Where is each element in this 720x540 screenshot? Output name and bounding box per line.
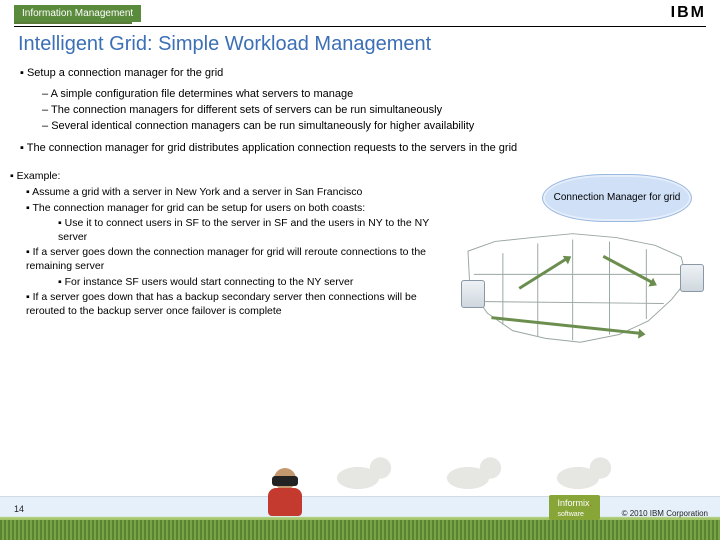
watermark-cats <box>330 456 620 496</box>
example-connect-users: Use it to connect users in SF to the ser… <box>58 217 437 244</box>
bullet-list-2: The connection manager for grid distribu… <box>18 141 702 156</box>
page-number: 14 <box>14 504 24 514</box>
informix-badge: Informix. software <box>549 495 600 520</box>
slide-title: Intelligent Grid: Simple Workload Manage… <box>0 33 720 66</box>
example-coasts: The connection manager for grid can be s… <box>26 202 437 216</box>
bullet-list-1: Setup a connection manager for the grid … <box>18 66 702 133</box>
bullet-setup: Setup a connection manager for the grid <box>20 66 702 81</box>
example-text: Example: Assume a grid with a server in … <box>10 170 437 350</box>
header-divider <box>14 26 706 27</box>
map-diagram: Connection Manager for grid <box>445 170 710 350</box>
bullet-identical: Several identical connection managers ca… <box>42 119 702 134</box>
content-area: Setup a connection manager for the grid … <box>0 66 720 156</box>
brand-bar: Information Management <box>14 5 141 22</box>
bullet-distributes: The connection manager for grid distribu… <box>20 141 702 156</box>
example-backup: If a server goes down that has a backup … <box>26 291 437 318</box>
usa-map <box>445 224 710 350</box>
ibm-logo: IBM <box>671 4 706 22</box>
brand-underline <box>14 22 132 24</box>
server-ny-icon <box>680 264 704 292</box>
informix-label: Informix <box>557 498 589 508</box>
cloud-label: Connection Manager for grid <box>542 174 692 222</box>
cat-icon <box>440 456 510 496</box>
software-label: software <box>557 511 583 518</box>
bullet-config: A simple configuration file determines w… <box>42 87 702 102</box>
example-reroute: If a server goes down the connection man… <box>26 246 437 273</box>
copyright: © 2010 IBM Corporation <box>622 509 708 518</box>
example-row: Example: Assume a grid with a server in … <box>0 162 720 350</box>
grass-decoration <box>0 520 720 540</box>
cat-icon <box>330 456 400 496</box>
example-head: Example: <box>10 170 437 184</box>
example-sf-to-ny: For instance SF users would start connec… <box>58 276 437 290</box>
cat-icon <box>550 456 620 496</box>
person-binoculars-icon <box>260 468 310 528</box>
example-assume: Assume a grid with a server in New York … <box>26 186 437 200</box>
bullet-different-sets: The connection managers for different se… <box>42 103 702 118</box>
footer-strip <box>0 496 720 540</box>
server-sf-icon <box>461 280 485 308</box>
slide-header: Information Management IBM <box>0 0 720 22</box>
